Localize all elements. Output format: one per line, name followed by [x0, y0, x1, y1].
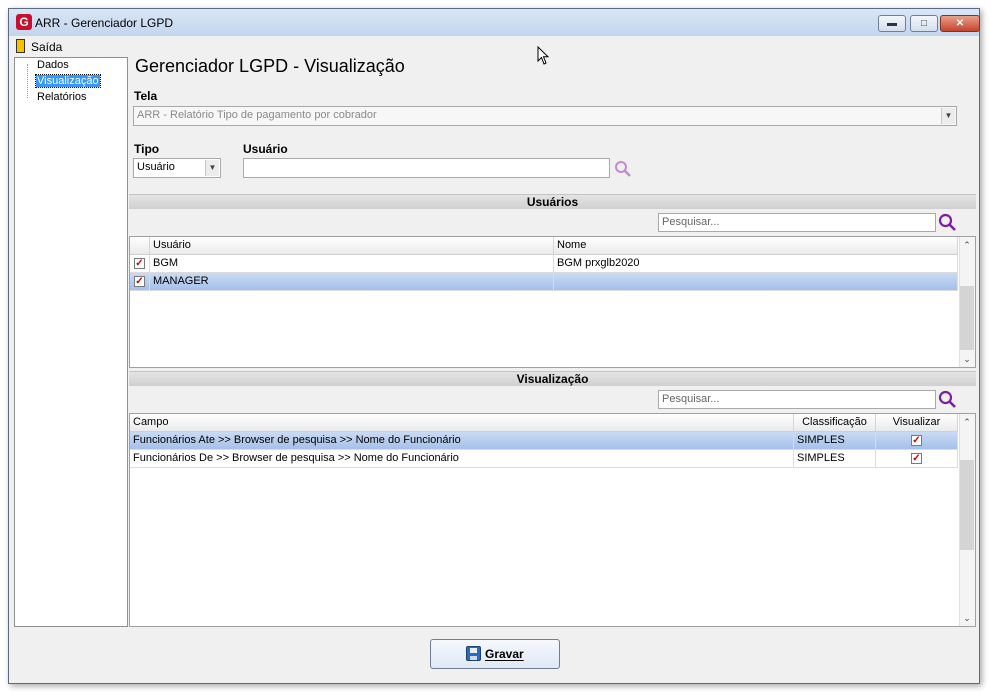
menu-bar [9, 36, 979, 55]
users-scroll-thumb[interactable] [960, 286, 974, 350]
app-logo-icon: G [16, 14, 32, 30]
user-row-checkbox[interactable]: ✓ [134, 276, 145, 287]
user-cell-usuario[interactable]: BGM [150, 255, 554, 273]
visual-section-header: Visualização [129, 371, 976, 386]
scroll-up-icon[interactable]: ⌃ [959, 414, 975, 430]
exit-door-icon[interactable] [16, 39, 25, 53]
close-button[interactable]: ✕ [940, 15, 980, 32]
user-row-checkbox[interactable]: ✓ [134, 258, 145, 269]
users-search-input[interactable]: Pesquisar... [658, 213, 936, 232]
user-cell-nome[interactable] [554, 273, 958, 291]
scroll-down-icon[interactable]: ⌄ [959, 351, 975, 367]
visual-search-input[interactable]: Pesquisar... [658, 390, 936, 409]
save-button-label[interactable]: Gravar [485, 647, 524, 661]
visual-cell-campo[interactable]: Funcionários Ate >> Browser de pesquisa … [130, 432, 794, 450]
users-search-icon[interactable] [938, 213, 957, 235]
visual-col-classificacao[interactable]: Classificação [794, 414, 876, 432]
tela-dropdown-icon[interactable]: ▼ [941, 108, 955, 124]
tela-label: Tela [134, 89, 158, 103]
usuario-input[interactable] [243, 158, 610, 178]
visual-cell-classificacao[interactable]: SIMPLES [794, 432, 876, 450]
maximize-button[interactable]: □ [910, 15, 938, 32]
users-section-header: Usuários [129, 194, 976, 209]
tree-item-dados[interactable]: Dados [36, 59, 70, 71]
tipo-dropdown-icon[interactable]: ▼ [205, 160, 219, 176]
tree-connector [27, 64, 28, 98]
users-grid-check-header [130, 237, 150, 255]
tree-item-visualizacao[interactable]: Visualização [35, 74, 101, 88]
minimize-button[interactable]: ▬ [878, 15, 906, 32]
tree-item-relatorios[interactable]: Relatórios [36, 91, 88, 103]
usuario-label: Usuário [243, 142, 288, 156]
visualizar-checkbox[interactable]: ✓ [911, 453, 922, 464]
visualizar-checkbox[interactable]: ✓ [911, 435, 922, 446]
tipo-label: Tipo [134, 142, 160, 156]
usuario-search-icon[interactable] [614, 160, 632, 181]
visual-cell-classificacao[interactable]: SIMPLES [794, 450, 876, 468]
floppy-disk-icon [466, 646, 481, 661]
users-col-nome[interactable]: Nome [554, 237, 958, 255]
menu-exit[interactable]: Saída [31, 40, 62, 54]
navigation-tree [14, 57, 128, 627]
tela-select[interactable]: ARR - Relatório Tipo de pagamento por co… [133, 106, 957, 126]
user-cell-usuario[interactable]: MANAGER [150, 273, 554, 291]
visual-scroll-thumb[interactable] [960, 460, 974, 550]
scroll-up-icon[interactable]: ⌃ [959, 237, 975, 253]
visual-col-visualizar[interactable]: Visualizar [876, 414, 958, 432]
mouse-pointer-icon [537, 45, 551, 69]
visual-search-icon[interactable] [938, 390, 957, 412]
user-cell-nome[interactable]: BGM prxglb2020 [554, 255, 958, 273]
visual-col-campo[interactable]: Campo [130, 414, 794, 432]
scroll-down-icon[interactable]: ⌄ [959, 610, 975, 626]
visual-cell-campo[interactable]: Funcionários De >> Browser de pesquisa >… [130, 450, 794, 468]
window-title: ARR - Gerenciador LGPD [35, 16, 174, 30]
page-title: Gerenciador LGPD - Visualização [135, 56, 405, 76]
users-col-usuario[interactable]: Usuário [150, 237, 554, 255]
